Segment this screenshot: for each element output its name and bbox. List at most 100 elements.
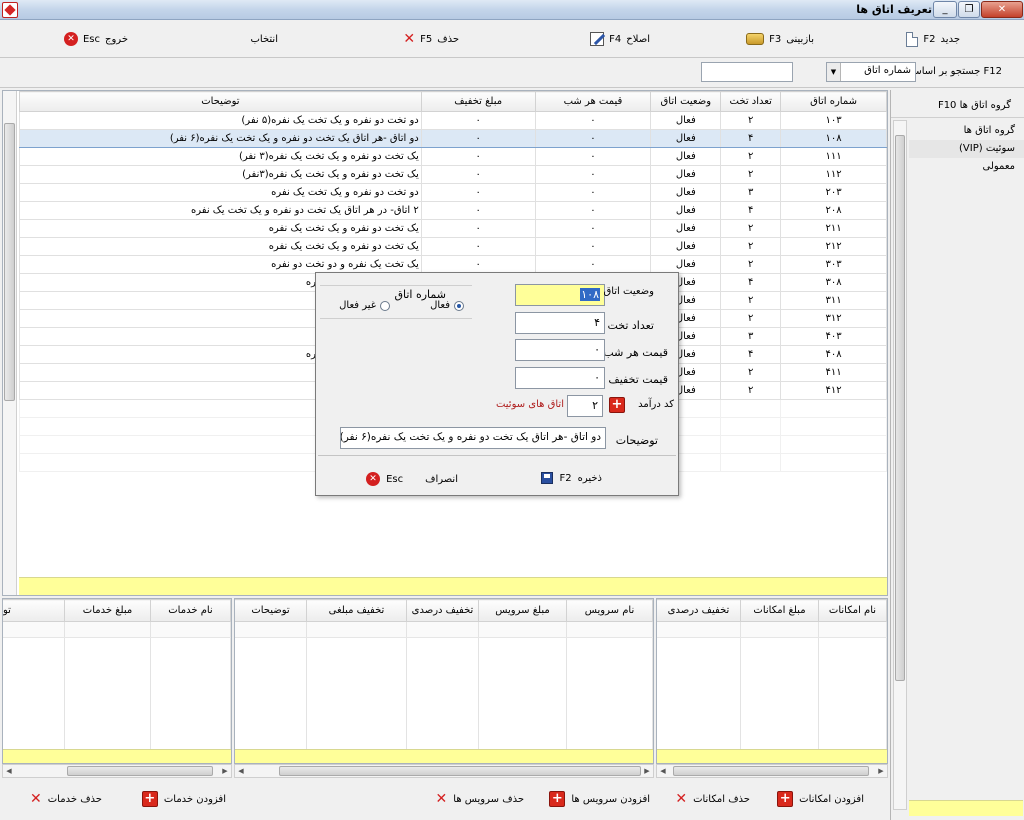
edit-label: اصلاح <box>626 33 650 45</box>
add-amenity-button[interactable]: افزودن خدمات + <box>141 790 226 808</box>
cell-beds: ۲ <box>720 111 782 130</box>
beds-input[interactable]: ۴ <box>515 312 605 334</box>
col-facility-percent[interactable]: تخفیف درصدی <box>657 599 741 622</box>
col-description[interactable]: توضیحات <box>19 91 422 112</box>
amenities-grid: نام خدمات مبلغ خدمات تو <box>2 598 232 764</box>
col-discount[interactable]: مبلغ تخفیف <box>420 91 536 112</box>
plus-icon: + <box>141 791 158 807</box>
services-filter-row[interactable] <box>235 749 653 763</box>
add-service-button[interactable]: افزودن سرویس ها + <box>549 790 650 808</box>
col-service-percent[interactable]: تخفیف درصدی <box>406 599 479 622</box>
search-field-select[interactable]: شماره اتاق ▼ <box>826 62 916 82</box>
delete-amenity-button[interactable]: حذف خدمات ✕ <box>30 790 102 808</box>
services-hscrollbar[interactable]: ◀ ▶ <box>234 764 654 778</box>
table-row[interactable]: ۱۱۱ ۲ فعال ۰ ۰ یک تخت دو نفره و یک تخت یک نفر… <box>19 147 887 166</box>
close-window-button[interactable]: ✕ <box>981 1 1023 18</box>
status-active-radio[interactable]: فعال <box>430 300 464 311</box>
facilities-filter-row[interactable] <box>657 749 887 763</box>
discount-label: قیمت تخفیف <box>608 373 668 386</box>
col-amenity-amount[interactable]: مبلغ خدمات <box>64 599 151 622</box>
tree-item-suite[interactable]: سوئیت (VIP) <box>909 140 1024 158</box>
cancel-button[interactable]: انصراف Esc ✕ <box>366 472 458 486</box>
restore-button[interactable]: ❐ <box>958 1 980 18</box>
tree-item-all-groups[interactable]: گروه اتاق ها <box>909 122 1024 140</box>
col-room-number[interactable]: شماره اتاق <box>780 91 887 112</box>
scrollbar-thumb[interactable] <box>279 766 641 776</box>
table-row[interactable]: ۱۰۸ ۴ فعال ۰ ۰ دو اتاق -هر اتاق یک تخت دو نفر… <box>19 129 887 148</box>
col-status[interactable]: وضعیت اتاق <box>650 91 722 112</box>
rooms-grid-scrollbar[interactable] <box>3 91 17 595</box>
cell-price: ۰ <box>534 129 652 148</box>
table-row[interactable]: ۳۰۳ ۲ فعال ۰ ۰ یک تخت یک نفره و دو تخت دو نفر… <box>19 255 887 274</box>
exit-button[interactable]: خروج Esc ✕ <box>63 31 128 47</box>
amenities-filter-row[interactable] <box>3 749 231 763</box>
discount-input[interactable]: ۰ <box>515 367 605 389</box>
col-beds[interactable]: تعداد تخت <box>720 91 782 112</box>
room-groups-header[interactable]: گروه اتاق ها F10 <box>891 94 1024 118</box>
amenities-hscrollbar[interactable]: ◀ ▶ <box>2 764 232 778</box>
room-number-input[interactable]: ۱۰۸ <box>515 284 605 306</box>
table-row[interactable]: ۲۰۸ ۴ فعال ۰ ۰ ۲ اتاق- در هر اتاق یک تخت دو ن… <box>19 201 887 220</box>
status-inactive-radio[interactable]: غیر فعال <box>339 300 390 311</box>
col-price[interactable]: قیمت هر شب <box>534 91 652 112</box>
search-input[interactable] <box>701 62 793 82</box>
scroll-right-icon[interactable]: ▶ <box>641 765 653 777</box>
description-input[interactable]: دو اتاق -هر اتاق یک تخت دو نفره و یک تخت… <box>340 427 606 449</box>
chevron-down-icon[interactable]: ▼ <box>827 63 841 81</box>
delete-facility-button[interactable]: حذف امکانات ✕ <box>675 790 750 808</box>
save-button[interactable]: ذخیره F2 <box>541 472 602 484</box>
cell-description: یک تخت دو نفره و یک تخت یک نفره <box>19 237 422 256</box>
cell-description: دو تخت دو نفره و یک تخت یک نفره <box>19 183 422 202</box>
select-button[interactable]: انتخاب <box>251 31 279 47</box>
dialog-separator <box>318 455 676 456</box>
delete-service-button[interactable]: حذف سرویس ها ✕ <box>436 790 524 808</box>
table-row[interactable]: ۱۱۲ ۲ فعال ۰ ۰ یک تخت دو نفره و یک تخت یک نفر… <box>19 165 887 184</box>
facilities-hscrollbar[interactable]: ◀ ▶ <box>656 764 888 778</box>
cell-price: ۰ <box>534 147 652 166</box>
tree-item-normal[interactable]: معمولی <box>909 158 1024 176</box>
scroll-right-icon[interactable]: ▶ <box>219 765 231 777</box>
col-amenity-name[interactable]: نام خدمات <box>150 599 231 622</box>
search-bar: F12 جستجو بر اساس : شماره اتاق ▼ <box>0 58 1024 88</box>
scroll-left-icon[interactable]: ◀ <box>657 765 669 777</box>
scroll-left-icon[interactable]: ◀ <box>3 765 15 777</box>
col-service-name[interactable]: نام سرویس <box>566 599 653 622</box>
col-service-description[interactable]: توضیحات <box>235 599 307 622</box>
col-facility-name[interactable]: نام امکانات <box>818 599 887 622</box>
price-input[interactable]: ۰ <box>515 339 605 361</box>
minimize-button[interactable]: _ <box>933 1 957 18</box>
table-row[interactable]: ۱۰۳ ۲ فعال ۰ ۰ دو تخت دو نفره و یک تخت یک نفر… <box>19 111 887 130</box>
table-row[interactable]: ۲۱۲ ۲ فعال ۰ ۰ یک تخت دو نفره و یک تخت یک نفر… <box>19 237 887 256</box>
add-income-code-icon[interactable]: + <box>609 397 625 413</box>
room-groups-scrollbar[interactable] <box>893 120 907 810</box>
rooms-filter-row[interactable] <box>19 577 887 595</box>
cell-beds: ۴ <box>720 201 782 220</box>
delete-button[interactable]: حذف F5 ✕ <box>403 31 459 47</box>
scrollbar-thumb[interactable] <box>673 766 869 776</box>
cell-beds: ۲ <box>720 219 782 238</box>
add-facility-button[interactable]: افزودن امکانات + <box>777 790 864 808</box>
room-groups-filter-row[interactable] <box>909 800 1023 816</box>
cell-status: فعال <box>650 201 722 220</box>
col-facility-amount[interactable]: مبلغ امکانات <box>740 599 819 622</box>
cell-status: فعال <box>650 219 722 238</box>
refresh-button[interactable]: بازبینی F3 <box>746 31 814 47</box>
cell-room-number: ۲۰۳ <box>780 183 887 202</box>
table-row[interactable]: ۲۱۱ ۲ فعال ۰ ۰ یک تخت دو نفره و یک تخت یک نفر… <box>19 219 887 238</box>
app-icon[interactable] <box>2 2 18 18</box>
scroll-right-icon[interactable]: ▶ <box>875 765 887 777</box>
col-service-amount[interactable]: مبلغ سرویس <box>478 599 567 622</box>
scrollbar-thumb[interactable] <box>895 135 905 681</box>
edit-button[interactable]: اصلاح F4 <box>590 31 650 47</box>
scrollbar-thumb[interactable] <box>67 766 213 776</box>
new-button[interactable]: جدید F2 <box>906 31 960 47</box>
col-service-amount-discount[interactable]: تخفیف مبلغی <box>306 599 407 622</box>
toolbar: جدید F2 بازبینی F3 اصلاح F4 حذف F5 ✕ انت… <box>0 20 1024 58</box>
col-amenity-description[interactable]: تو <box>3 599 65 622</box>
scrollbar-thumb[interactable] <box>4 123 15 401</box>
cell-room-number: ۳۰۸ <box>780 273 887 292</box>
status-inactive-label: غیر فعال <box>339 300 376 311</box>
income-code-input[interactable]: ۲ <box>567 395 603 417</box>
table-row[interactable]: ۲۰۳ ۳ فعال ۰ ۰ دو تخت دو نفره و یک تخت یک نفر… <box>19 183 887 202</box>
scroll-left-icon[interactable]: ◀ <box>235 765 247 777</box>
